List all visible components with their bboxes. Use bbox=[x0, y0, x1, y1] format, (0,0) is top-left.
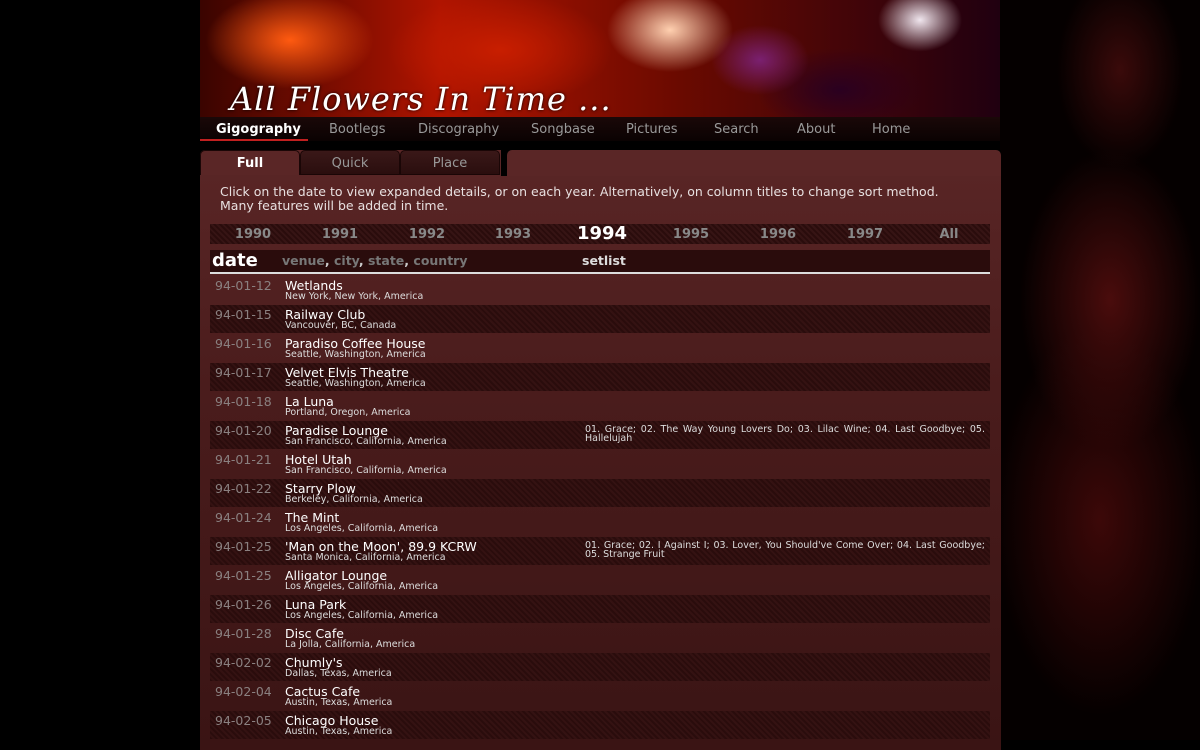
table-row: 94-01-18 La Luna Portland, Oregon, America bbox=[210, 392, 990, 420]
year-1992[interactable]: 1992 bbox=[392, 227, 462, 242]
table-row: 94-01-26 Luna Park Los Angeles, California… bbox=[210, 595, 990, 623]
table-row: 94-01-28 Disc Cafe La Jolla, California, A… bbox=[210, 624, 990, 652]
table-row: 94-01-20 Paradise Lounge San Francisco, Ca… bbox=[210, 421, 990, 449]
table-row: 94-01-25 'Man on the Moon', 89.9 KCRW Sant… bbox=[210, 537, 990, 565]
nav-active-underline bbox=[200, 139, 308, 141]
gig-date-link[interactable]: 94-02-05 bbox=[215, 713, 272, 728]
year-1994[interactable]: 1994 bbox=[567, 223, 637, 244]
column-setlist: setlist bbox=[582, 253, 626, 268]
gig-location: Vancouver, BC, Canada bbox=[285, 320, 397, 331]
header-banner: All Flowers In Time ... bbox=[200, 0, 1000, 122]
nav-about[interactable]: About bbox=[797, 122, 835, 137]
gig-location: Seattle, Washington, America bbox=[285, 349, 426, 360]
intro-text: Click on the date to view expanded detai… bbox=[220, 185, 980, 213]
gig-setlist: 01. Grace; 02. I Against I; 03. Lover, Y… bbox=[585, 540, 985, 560]
content-panel: Full Quick Place Click on the date to vi… bbox=[200, 150, 1001, 750]
background-photo bbox=[1000, 0, 1200, 740]
year-1996[interactable]: 1996 bbox=[743, 227, 813, 242]
gig-location: Los Angeles, California, America bbox=[285, 581, 439, 592]
gig-location: La Jolla, California, America bbox=[285, 639, 416, 650]
gig-location: Dallas, Texas, America bbox=[285, 668, 392, 679]
nav-home[interactable]: Home bbox=[872, 122, 910, 137]
tab-gap bbox=[501, 150, 507, 176]
gig-date-link[interactable]: 94-01-22 bbox=[215, 481, 272, 496]
sort-date[interactable]: date bbox=[212, 250, 258, 271]
table-row: 94-01-12 Wetlands New York, New York, Amer… bbox=[210, 276, 990, 304]
gig-location: New York, New York, America bbox=[285, 291, 424, 302]
gig-date-link[interactable]: 94-01-26 bbox=[215, 597, 272, 612]
gig-list: 94-01-12 Wetlands New York, New York, Amer… bbox=[210, 276, 990, 740]
gig-date-link[interactable]: 94-01-25 bbox=[215, 539, 272, 554]
sort-country[interactable]: country bbox=[413, 253, 467, 268]
tab-place[interactable]: Place bbox=[400, 150, 500, 175]
gig-location: Los Angeles, California, America bbox=[285, 523, 439, 534]
gig-date-link[interactable]: 94-01-25 bbox=[215, 568, 272, 583]
table-row: 94-01-25 Alligator Lounge Los Angeles, Cal… bbox=[210, 566, 990, 594]
gig-location: Seattle, Washington, America bbox=[285, 378, 426, 389]
table-row: 94-02-05 Chicago House Austin, Texas, Amer… bbox=[210, 711, 990, 739]
nav-search[interactable]: Search bbox=[714, 122, 759, 137]
column-header: date venue, city, state, country setlist bbox=[210, 250, 990, 274]
sort-city[interactable]: city bbox=[334, 253, 359, 268]
gig-date-link[interactable]: 94-01-18 bbox=[215, 394, 272, 409]
gig-location: Santa Monica, California, America bbox=[285, 552, 446, 563]
panel-top-area bbox=[507, 150, 1001, 176]
gig-date-link[interactable]: 94-02-04 bbox=[215, 684, 272, 699]
gig-setlist: 01. Grace; 02. The Way Young Lovers Do; … bbox=[585, 424, 985, 444]
tab-full[interactable]: Full bbox=[200, 150, 300, 175]
table-row: 94-01-15 Railway Club Vancouver, BC, Canad… bbox=[210, 305, 990, 333]
year-1991[interactable]: 1991 bbox=[305, 227, 375, 242]
gig-date-link[interactable]: 94-01-28 bbox=[215, 626, 272, 641]
year-1990[interactable]: 1990 bbox=[218, 227, 288, 242]
tab-quick[interactable]: Quick bbox=[300, 150, 400, 175]
intro-line-2: Many features will be added in time. bbox=[220, 198, 449, 213]
year-1997[interactable]: 1997 bbox=[830, 227, 900, 242]
gig-date-link[interactable]: 94-01-17 bbox=[215, 365, 272, 380]
gig-location: San Francisco, California, America bbox=[285, 436, 447, 447]
year-1993[interactable]: 1993 bbox=[478, 227, 548, 242]
table-row: 94-02-04 Cactus Cafe Austin, Texas, Americ… bbox=[210, 682, 990, 710]
gig-location: Austin, Texas, America bbox=[285, 726, 393, 737]
table-row: 94-01-21 Hotel Utah San Francisco, Califor… bbox=[210, 450, 990, 478]
main-nav: Gigography Bootlegs Discography Songbase… bbox=[200, 117, 1000, 141]
gig-location: Berkeley, California, America bbox=[285, 494, 423, 505]
nav-songbase[interactable]: Songbase bbox=[531, 122, 595, 137]
year-selector: 1990 1991 1992 1993 1994 1995 1996 1997 … bbox=[210, 223, 990, 244]
site-logo[interactable]: All Flowers In Time ... bbox=[230, 80, 612, 118]
gig-date-link[interactable]: 94-01-16 bbox=[215, 336, 272, 351]
gig-location: Los Angeles, California, America bbox=[285, 610, 439, 621]
page-container: All Flowers In Time ... Gigography Bootl… bbox=[200, 0, 1001, 750]
intro-line-1: Click on the date to view expanded detai… bbox=[220, 184, 939, 199]
year-1995[interactable]: 1995 bbox=[656, 227, 726, 242]
gig-date-link[interactable]: 94-01-20 bbox=[215, 423, 272, 438]
table-row: 94-01-24 The Mint Los Angeles, California,… bbox=[210, 508, 990, 536]
column-venue-group: venue, city, state, country bbox=[282, 253, 468, 268]
gig-date-link[interactable]: 94-01-24 bbox=[215, 510, 272, 525]
nav-pictures[interactable]: Pictures bbox=[626, 122, 677, 137]
nav-bootlegs[interactable]: Bootlegs bbox=[329, 122, 386, 137]
year-all[interactable]: All bbox=[914, 227, 984, 242]
nav-discography[interactable]: Discography bbox=[418, 122, 499, 137]
table-row: 94-01-17 Velvet Elvis Theatre Seattle, Was… bbox=[210, 363, 990, 391]
table-row: 94-01-22 Starry Plow Berkeley, California,… bbox=[210, 479, 990, 507]
nav-gigography[interactable]: Gigography bbox=[216, 122, 301, 137]
gig-location: Austin, Texas, America bbox=[285, 697, 393, 708]
sort-venue[interactable]: venue bbox=[282, 253, 325, 268]
gig-location: Portland, Oregon, America bbox=[285, 407, 411, 418]
table-row: 94-02-02 Chumly's Dallas, Texas, America bbox=[210, 653, 990, 681]
gig-date-link[interactable]: 94-01-15 bbox=[215, 307, 272, 322]
gig-date-link[interactable]: 94-01-12 bbox=[215, 278, 272, 293]
sort-state[interactable]: state bbox=[368, 253, 404, 268]
gig-date-link[interactable]: 94-01-21 bbox=[215, 452, 272, 467]
gig-location: San Francisco, California, America bbox=[285, 465, 447, 476]
gig-date-link[interactable]: 94-02-02 bbox=[215, 655, 272, 670]
table-row: 94-01-16 Paradiso Coffee House Seattle, Wa… bbox=[210, 334, 990, 362]
